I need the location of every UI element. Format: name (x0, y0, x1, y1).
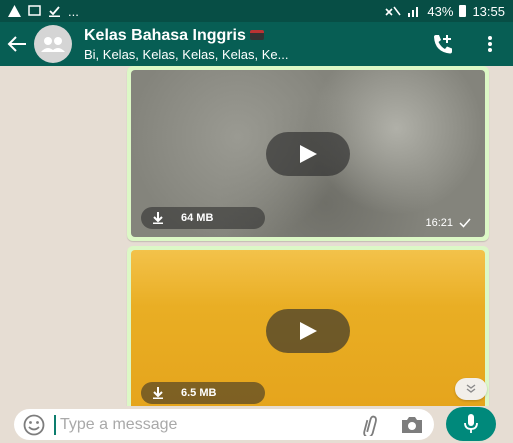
message-time: 16:21 (425, 217, 453, 229)
more-options-button[interactable] (475, 35, 505, 53)
video-thumbnail[interactable]: 64 MB 16:21 (131, 70, 485, 237)
microphone-icon (464, 414, 478, 433)
chat-titles[interactable]: Kelas Bahasa Inggris Bi, Kelas, Kelas, K… (84, 27, 423, 62)
emoji-icon (23, 414, 45, 435)
add-call-button[interactable] (423, 33, 463, 55)
file-size: 64 MB (181, 212, 214, 224)
message-meta: 16:21 (425, 217, 471, 229)
compose-bar (0, 406, 513, 443)
add-call-icon (434, 35, 452, 54)
download-chip[interactable]: 64 MB (141, 207, 265, 229)
download-icon (153, 387, 163, 399)
status-left: ... (8, 4, 79, 19)
status-bar: ... 43% 13:55 (0, 0, 513, 22)
chat-area[interactable]: 64 MB 16:21 6.5 MB (0, 66, 513, 406)
signal-off-icon (385, 6, 402, 16)
download-chip[interactable]: 6.5 MB (141, 382, 265, 404)
camera-icon (402, 416, 422, 433)
download-done-icon (49, 6, 60, 17)
play-button[interactable] (266, 309, 350, 353)
chat-title-row: Kelas Bahasa Inggris (84, 27, 423, 45)
chat-title: Kelas Bahasa Inggris (84, 26, 246, 44)
status-right: 43% 13:55 (385, 4, 505, 19)
more-vert-icon (488, 36, 492, 52)
chat-header: Kelas Bahasa Inggris Bi, Kelas, Kelas, K… (0, 22, 513, 66)
arrow-left-icon (7, 36, 26, 52)
camera-button[interactable] (390, 415, 434, 435)
video-message[interactable]: 64 MB 16:21 (127, 66, 489, 241)
battery-icon (459, 5, 467, 17)
scroll-to-bottom-button[interactable] (455, 378, 487, 400)
battery-percent: 43% (427, 3, 454, 19)
chat-subtitle: Bi, Kelas, Kelas, Kelas, Kelas, Ke... (84, 46, 289, 62)
message-input[interactable] (54, 414, 348, 435)
paperclip-icon (363, 415, 377, 436)
back-button[interactable] (0, 22, 34, 66)
video-message[interactable]: 6.5 MB (127, 246, 489, 406)
play-icon (300, 144, 317, 163)
download-icon (153, 212, 163, 224)
status-more-dots: ... (68, 3, 79, 19)
warning-icon (8, 5, 21, 17)
video-thumbnail[interactable]: 6.5 MB (131, 250, 485, 406)
file-size: 6.5 MB (181, 387, 217, 399)
group-avatar[interactable] (34, 25, 72, 63)
graduation-cap-icon (249, 30, 264, 41)
emoji-button[interactable] (14, 414, 54, 436)
status-time: 13:55 (472, 3, 505, 19)
play-button[interactable] (266, 131, 350, 176)
signal-bars-icon (408, 7, 419, 17)
play-icon (300, 322, 317, 340)
group-icon (41, 37, 65, 52)
check-icon (459, 218, 471, 228)
cast-icon (28, 5, 41, 16)
voice-record-button[interactable] (446, 407, 496, 441)
attach-button[interactable] (348, 414, 390, 436)
double-chevron-down-icon (466, 384, 476, 393)
compose-pill (14, 409, 434, 440)
